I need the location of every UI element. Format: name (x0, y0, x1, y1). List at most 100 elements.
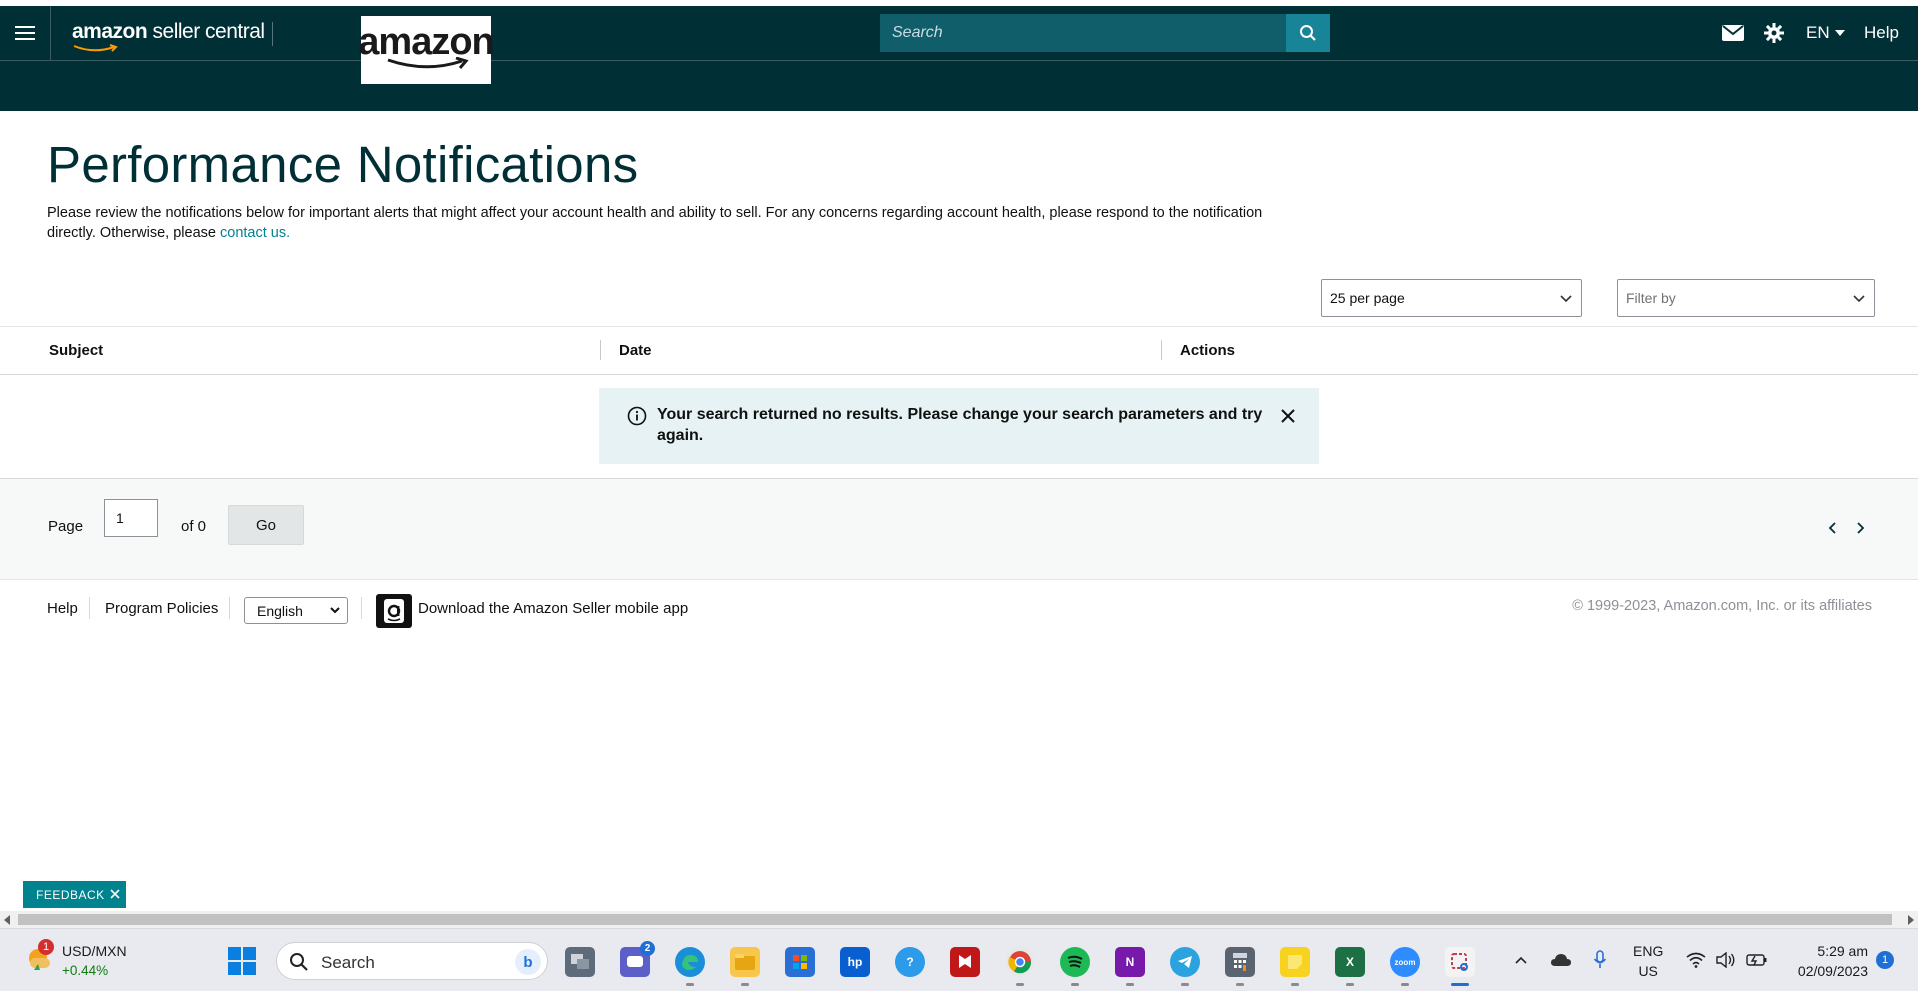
search-input[interactable] (880, 14, 1286, 52)
column-header-subject[interactable]: Subject (49, 342, 103, 359)
footer-language-select[interactable]: English (244, 597, 348, 624)
site-header: amazon seller central amazon EN Help (0, 6, 1918, 111)
per-page-select[interactable]: 25 per page (1321, 279, 1582, 317)
chevron-down-icon (330, 607, 340, 614)
excel-icon[interactable]: X (1335, 947, 1365, 986)
wifi-icon[interactable] (1686, 947, 1706, 973)
pagination-bar: Page of 0 Go (0, 478, 1918, 580)
show-hidden-icons-chevron-icon[interactable] (1514, 947, 1528, 973)
chevron-right-icon[interactable] (1853, 521, 1867, 535)
microsoft-store-icon[interactable] (785, 947, 815, 977)
edge-browser-icon[interactable] (675, 947, 705, 986)
mcafee-icon[interactable] (950, 947, 980, 977)
no-results-alert: Your search returned no results. Please … (599, 388, 1319, 464)
search-icon (1300, 25, 1316, 41)
close-icon[interactable] (1280, 408, 1296, 424)
contact-us-link[interactable]: contact us. (220, 225, 290, 241)
page-number-input[interactable] (104, 499, 158, 537)
spotify-icon[interactable] (1060, 947, 1090, 986)
amazon-arrow-smile-icon (387, 57, 469, 69)
zoom-icon[interactable]: zoom (1390, 947, 1420, 986)
scrollbar-thumb[interactable] (18, 914, 1892, 925)
page-footer: Help Program Policies English Download t… (0, 588, 1918, 632)
footer-divider (361, 597, 362, 619)
help-link[interactable]: Help (1864, 6, 1899, 60)
page-title: Performance Notifications (47, 136, 639, 193)
onenote-icon[interactable]: N (1115, 947, 1145, 986)
brand-bold: amazon (72, 20, 148, 43)
close-icon[interactable] (110, 889, 120, 899)
messages-button[interactable] (1722, 6, 1744, 60)
footer-help-link[interactable]: Help (47, 600, 78, 617)
chevron-left-icon[interactable] (1826, 521, 1840, 535)
gear-icon (1764, 23, 1784, 43)
snipping-tool-icon[interactable] (1445, 947, 1475, 986)
calculator-icon[interactable] (1225, 947, 1255, 986)
filter-placeholder: Filter by (1626, 290, 1676, 306)
get-help-icon[interactable]: ? (895, 947, 925, 977)
taskbar-search[interactable]: Search b (276, 942, 548, 980)
teams-badge: 2 (640, 941, 655, 956)
chevron-down-icon (1560, 295, 1572, 303)
input-region: US (1638, 963, 1658, 979)
language-switcher[interactable]: EN (1806, 6, 1845, 60)
go-button[interactable]: Go (228, 505, 304, 545)
language-code: EN (1806, 23, 1830, 42)
scroll-left-arrow-icon[interactable] (4, 915, 10, 925)
feedback-label: FEEDBACK (36, 887, 105, 902)
table-header: Subject Date Actions (0, 326, 1918, 375)
clock-date: 02/09/2023 (1797, 963, 1868, 979)
ticker-change: +0.44% (62, 963, 109, 978)
input-language-indicator[interactable]: ENG US (1633, 941, 1663, 981)
teams-chat-icon[interactable]: 2 (620, 941, 655, 977)
taskbar-search-label: Search (321, 953, 375, 972)
seller-app-icon[interactable] (376, 594, 412, 628)
caret-down-icon (1834, 30, 1845, 36)
global-search (880, 14, 1330, 52)
windows-start-icon[interactable] (228, 947, 256, 975)
file-explorer-icon[interactable] (730, 947, 760, 986)
onedrive-cloud-icon[interactable] (1550, 947, 1572, 973)
hamburger-menu-icon[interactable] (0, 6, 51, 60)
ticker-name: USD/MXN (62, 943, 127, 959)
myhp-icon[interactable]: hp (840, 947, 870, 977)
amazon-smile-icon (73, 44, 118, 52)
amazon-a-icon (384, 599, 404, 623)
column-header-date[interactable]: Date (619, 342, 652, 359)
input-language: ENG (1633, 943, 1664, 959)
download-app-link[interactable]: Download the Amazon Seller mobile app (418, 600, 688, 617)
header-divider (272, 22, 273, 46)
bing-icon[interactable]: b (515, 949, 541, 975)
program-policies-link[interactable]: Program Policies (105, 600, 218, 617)
currency-ticker[interactable]: USD/MXN +0.44% (62, 941, 127, 981)
notification-count-badge[interactable]: 1 (1876, 951, 1894, 969)
volume-icon[interactable] (1716, 947, 1736, 973)
copyright-text: © 1999-2023, Amazon.com, Inc. or its aff… (1572, 598, 1872, 614)
system-clock[interactable]: 5:29 am 02/09/2023 (1784, 941, 1868, 981)
microphone-icon[interactable] (1593, 947, 1607, 973)
page-label: Page (48, 518, 84, 535)
windows-taskbar: 1 USD/MXN +0.44% Search b 2 hp ? N X zoo… (0, 928, 1918, 991)
sticky-notes-icon[interactable] (1280, 947, 1310, 986)
search-button[interactable] (1286, 14, 1330, 52)
feedback-button[interactable]: FEEDBACK (23, 881, 126, 908)
info-icon (627, 406, 647, 426)
seller-central-logo[interactable]: amazon seller central (72, 20, 265, 44)
column-divider (600, 340, 601, 360)
scroll-right-arrow-icon[interactable] (1908, 915, 1914, 925)
settings-button[interactable] (1764, 6, 1784, 60)
footer-language-value: English (257, 602, 303, 619)
page-description: Please review the notifications below fo… (47, 203, 1277, 243)
battery-charging-icon[interactable] (1746, 947, 1768, 973)
header-main-row: amazon seller central amazon EN Help (0, 6, 1918, 84)
task-view-icon[interactable] (565, 947, 595, 977)
column-divider (1161, 340, 1162, 360)
chrome-browser-icon[interactable] (1005, 947, 1035, 986)
filter-select[interactable]: Filter by (1617, 279, 1875, 317)
brand-light: seller central (147, 20, 266, 43)
telegram-icon[interactable] (1170, 947, 1200, 986)
horizontal-scrollbar[interactable] (0, 911, 1918, 928)
widget-badge: 1 (38, 939, 54, 955)
amazon-logo: amazon (358, 16, 495, 84)
alert-message: Your search returned no results. Please … (657, 406, 1263, 444)
